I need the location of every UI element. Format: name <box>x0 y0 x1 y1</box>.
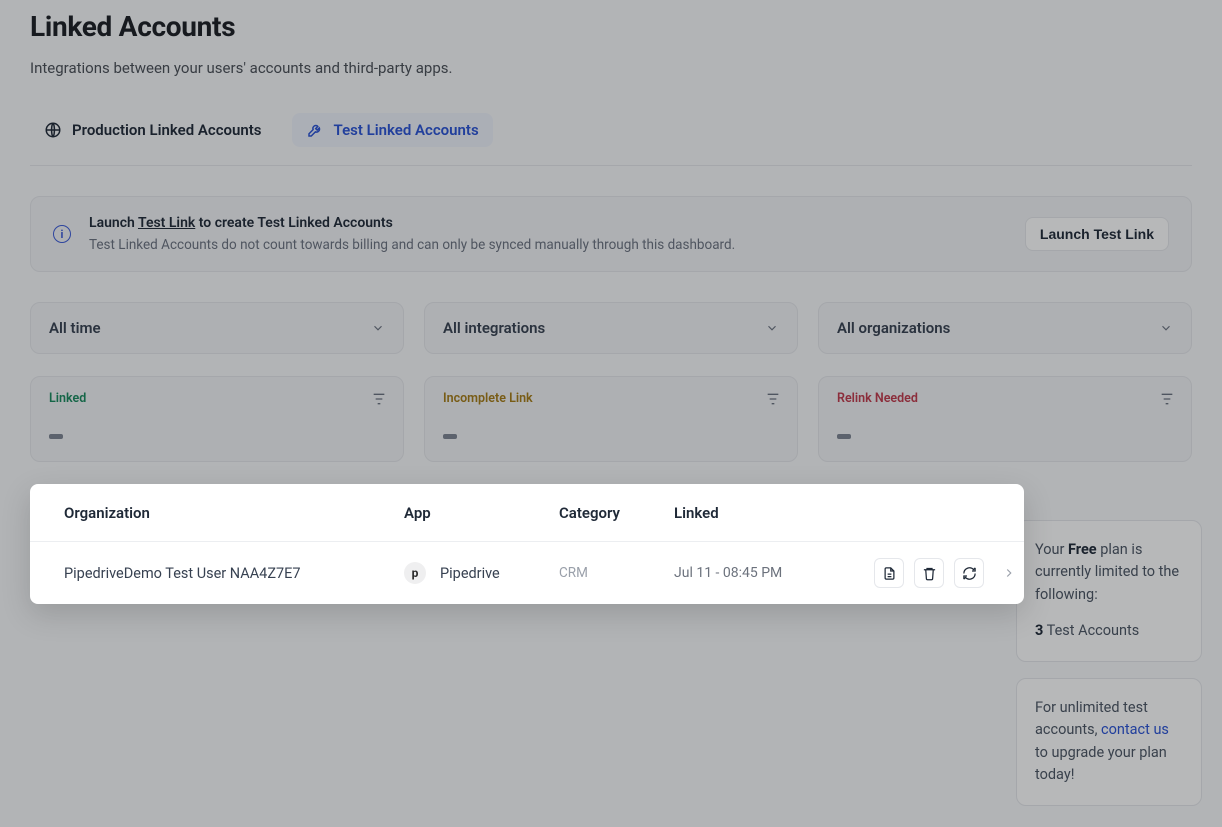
plan-info-card: Your Free plan is currently limited to t… <box>1016 520 1202 662</box>
filter-time[interactable]: All time <box>30 302 404 354</box>
delete-button[interactable] <box>914 558 944 588</box>
accounts-table: Organization App Category Linked Pipedri… <box>30 484 1024 604</box>
globe-icon <box>44 121 62 139</box>
status-value-placeholder <box>49 434 63 439</box>
status-card-incomplete: Incomplete Link <box>424 376 798 462</box>
notice-description: Test Linked Accounts do not count toward… <box>89 237 1007 253</box>
info-icon: i <box>53 225 71 243</box>
filter-time-label: All time <box>49 319 101 337</box>
filter-integrations[interactable]: All integrations <box>424 302 798 354</box>
notice-title: Launch Test Link to create Test Linked A… <box>89 215 1007 231</box>
launch-test-link-button[interactable]: Launch Test Link <box>1025 217 1169 251</box>
test-link-text[interactable]: Test Link <box>138 215 195 231</box>
view-logs-button[interactable] <box>874 558 904 588</box>
chevron-down-icon <box>765 321 779 335</box>
chevron-down-icon <box>1159 321 1173 335</box>
contact-us-link[interactable]: contact us <box>1101 721 1169 738</box>
cell-organization: PipedriveDemo Test User NAA4Z7E7 <box>64 565 404 582</box>
tab-label: Test Linked Accounts <box>334 121 479 139</box>
status-label-incomplete: Incomplete Link <box>443 391 779 406</box>
col-header-organization: Organization <box>64 504 404 522</box>
col-header-linked: Linked <box>674 504 874 522</box>
filter-organizations[interactable]: All organizations <box>818 302 1192 354</box>
cell-category: CRM <box>559 565 674 581</box>
col-header-category: Category <box>559 504 674 522</box>
cell-linked-date: Jul 11 - 08:45 PM <box>674 565 874 581</box>
table-header-row: Organization App Category Linked <box>30 484 1024 542</box>
table-row[interactable]: PipedriveDemo Test User NAA4Z7E7 p Piped… <box>30 542 1024 604</box>
tabs: Production Linked Accounts Test Linked A… <box>30 113 1192 166</box>
page-title: Linked Accounts <box>30 10 1192 43</box>
status-label-relink: Relink Needed <box>837 391 1173 406</box>
tab-label: Production Linked Accounts <box>72 121 262 139</box>
row-actions <box>874 558 1016 588</box>
status-card-linked: Linked <box>30 376 404 462</box>
app-logo-icon: p <box>404 562 426 584</box>
status-label-linked: Linked <box>49 391 385 406</box>
filter-icon[interactable] <box>371 391 387 407</box>
filter-integrations-label: All integrations <box>443 319 545 337</box>
resync-button[interactable] <box>954 558 984 588</box>
tab-test-linked-accounts[interactable]: Test Linked Accounts <box>292 113 493 147</box>
upgrade-info-card: For unlimited test accounts, contact us … <box>1016 678 1202 806</box>
status-value-placeholder <box>443 434 457 439</box>
filter-icon[interactable] <box>1159 391 1175 407</box>
wrench-icon <box>306 121 324 139</box>
page-subtitle: Integrations between your users' account… <box>30 59 1192 77</box>
filter-organizations-label: All organizations <box>837 319 950 337</box>
status-value-placeholder <box>837 434 851 439</box>
tab-production-linked-accounts[interactable]: Production Linked Accounts <box>30 113 276 147</box>
app-name: Pipedrive <box>440 565 500 582</box>
notice-banner: i Launch Test Link to create Test Linked… <box>30 196 1192 272</box>
col-header-app: App <box>404 504 559 522</box>
filter-icon[interactable] <box>765 391 781 407</box>
chevron-right-icon[interactable] <box>1002 566 1016 580</box>
cell-app: p Pipedrive <box>404 562 559 584</box>
status-card-relink: Relink Needed <box>818 376 1192 462</box>
chevron-down-icon <box>371 321 385 335</box>
